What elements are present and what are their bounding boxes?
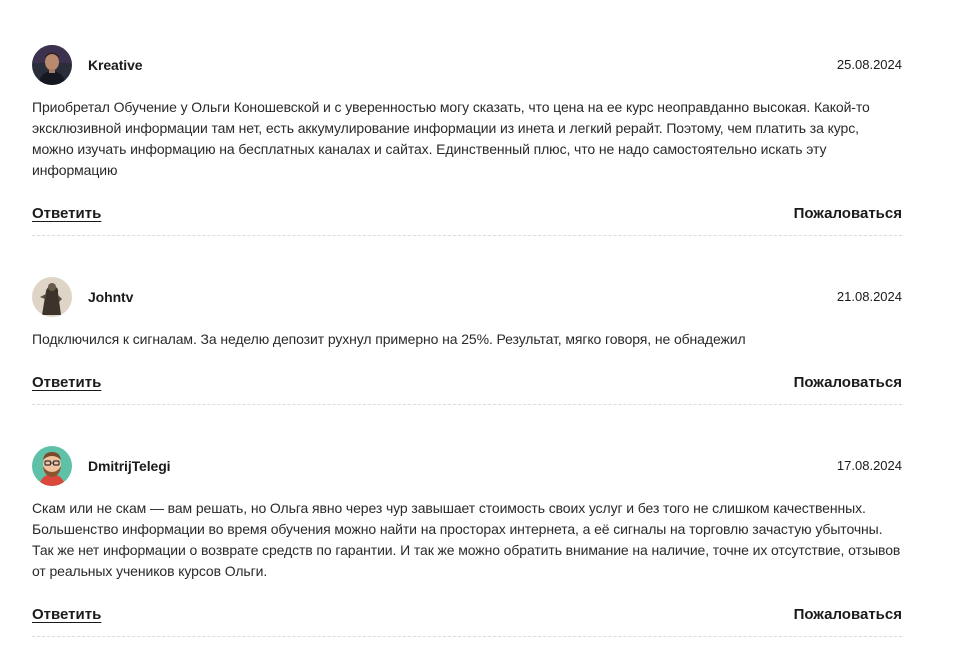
comment-date: 17.08.2024 [836,458,902,473]
comment-actions: Ответить Пожаловаться [32,374,902,405]
avatar-photo-man-icon [32,45,72,85]
comment-author[interactable]: Kreative [88,57,143,73]
comment-item: Johntv 21.08.2024 Подключился к сигналам… [32,277,902,405]
avatar-cartoon-bearded-icon [32,446,72,486]
comment-header: Kreative 25.08.2024 [32,45,902,85]
comment-text: Подключился к сигналам. За неделю депози… [32,331,746,347]
report-button[interactable]: Пожаловаться [794,374,902,391]
comments-list: Kreative 25.08.2024 Приобретал Обучение … [0,0,962,669]
comment-text: Скам или не скам — вам решать, но Ольга … [32,500,901,579]
reply-button[interactable]: Ответить [32,374,101,391]
comment-text: Приобретал Обучение у Ольги Коношевской … [32,99,870,178]
avatar [32,45,72,85]
comment-date: 25.08.2024 [836,57,902,72]
reply-button[interactable]: Ответить [32,205,101,222]
comment-item: DmitrijTelegi 17.08.2024 Скам или не ска… [32,446,902,637]
reply-button[interactable]: Ответить [32,606,101,623]
comment-header: Johntv 21.08.2024 [32,277,902,317]
comment-date: 21.08.2024 [836,289,902,304]
avatar-photo-figure-icon [32,277,72,317]
report-button[interactable]: Пожаловаться [794,205,902,222]
comment-actions: Ответить Пожаловаться [32,205,902,236]
avatar [32,277,72,317]
avatar [32,446,72,486]
comment-author[interactable]: DmitrijTelegi [88,458,171,474]
comment-author[interactable]: Johntv [88,289,133,305]
comment-header: DmitrijTelegi 17.08.2024 [32,446,902,486]
comment-actions: Ответить Пожаловаться [32,606,902,637]
report-button[interactable]: Пожаловаться [794,606,902,623]
comment-item: Kreative 25.08.2024 Приобретал Обучение … [32,45,902,236]
